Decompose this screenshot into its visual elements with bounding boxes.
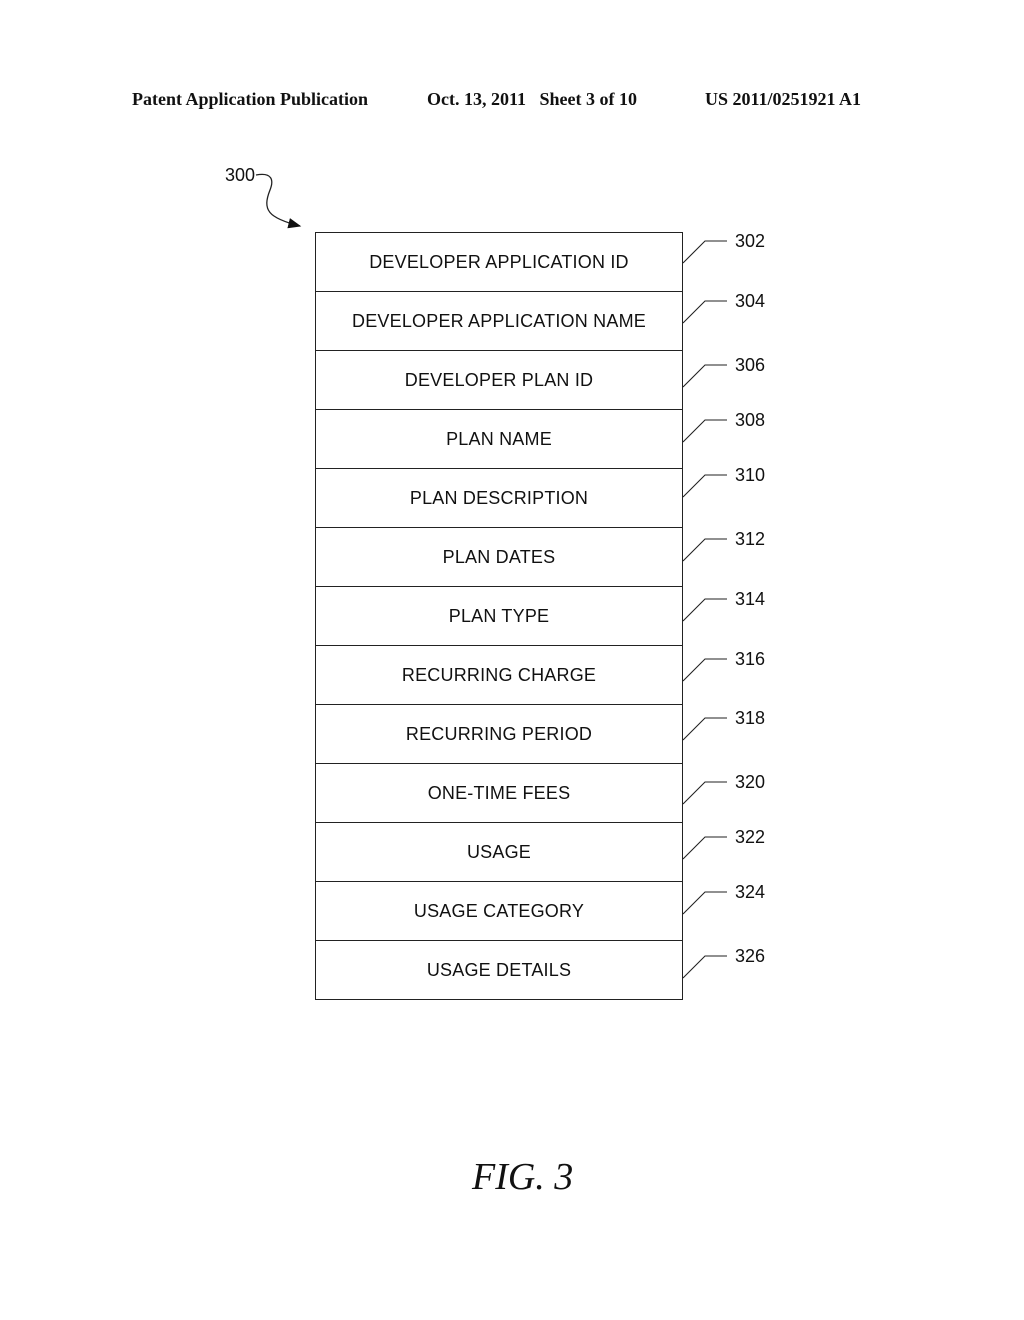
row-reference-number: 314 [735,589,766,609]
table-row: PLAN TYPE [316,587,682,646]
field-label: PLAN DATES [442,546,556,567]
table-row: DEVELOPER APPLICATION NAME [316,292,682,351]
leader-line [682,300,727,324]
row-reference-number: 308 [735,410,766,430]
row-reference-number: 324 [735,882,766,902]
leader-line [682,658,727,682]
table-row: PLAN DESCRIPTION [316,469,682,528]
field-label: DEVELOPER PLAN ID [404,369,594,390]
field-label: RECURRING CHARGE [401,664,597,685]
row-reference-number: 306 [735,355,766,375]
table-row: DEVELOPER PLAN ID [316,351,682,410]
field-label: DEVELOPER APPLICATION ID [369,251,629,272]
row-reference-number: 320 [735,772,766,792]
row-reference-number: 302 [735,231,766,251]
table-row: PLAN NAME [316,410,682,469]
leader-line [682,781,727,805]
table-row: PLAN DATES [316,528,682,587]
table-row: RECURRING CHARGE [316,646,682,705]
row-reference-number: 322 [735,827,766,847]
row-reference-number: 318 [735,708,766,728]
plan-record-table: DEVELOPER APPLICATION ID DEVELOPER APPLIC… [315,232,683,1000]
field-label: USAGE DETAILS [426,959,572,980]
table-row: USAGE DETAILS [316,941,682,999]
leader-line [682,598,727,622]
table-row: ONE-TIME FEES [316,764,682,823]
leader-line [682,717,727,741]
leader-line [682,955,727,979]
row-reference-number: 310 [735,465,766,485]
leader-line [682,364,727,388]
leader-line [682,419,727,443]
leader-line [682,240,727,264]
table-row: DEVELOPER APPLICATION ID [316,233,682,292]
field-label: ONE-TIME FEES [427,782,571,803]
figure-caption: FIG. 3 [472,1156,574,1198]
leader-line [682,836,727,860]
table-row: USAGE CATEGORY [316,882,682,941]
field-label: PLAN DESCRIPTION [409,487,589,508]
field-label: PLAN NAME [446,428,552,449]
row-reference-number: 326 [735,946,766,966]
leader-line [682,474,727,498]
field-label: USAGE [466,841,532,862]
field-label: RECURRING PERIOD [405,723,593,744]
table-row: USAGE [316,823,682,882]
row-reference-number: 316 [735,649,766,669]
leader-line [682,538,727,562]
field-label: USAGE CATEGORY [413,900,585,921]
row-reference-number: 312 [735,529,766,549]
field-label: PLAN TYPE [448,605,550,626]
table-row: RECURRING PERIOD [316,705,682,764]
reference-arrow [255,173,302,229]
leader-line [682,891,727,915]
row-reference-number: 304 [735,291,766,311]
field-label: DEVELOPER APPLICATION NAME [352,310,646,331]
